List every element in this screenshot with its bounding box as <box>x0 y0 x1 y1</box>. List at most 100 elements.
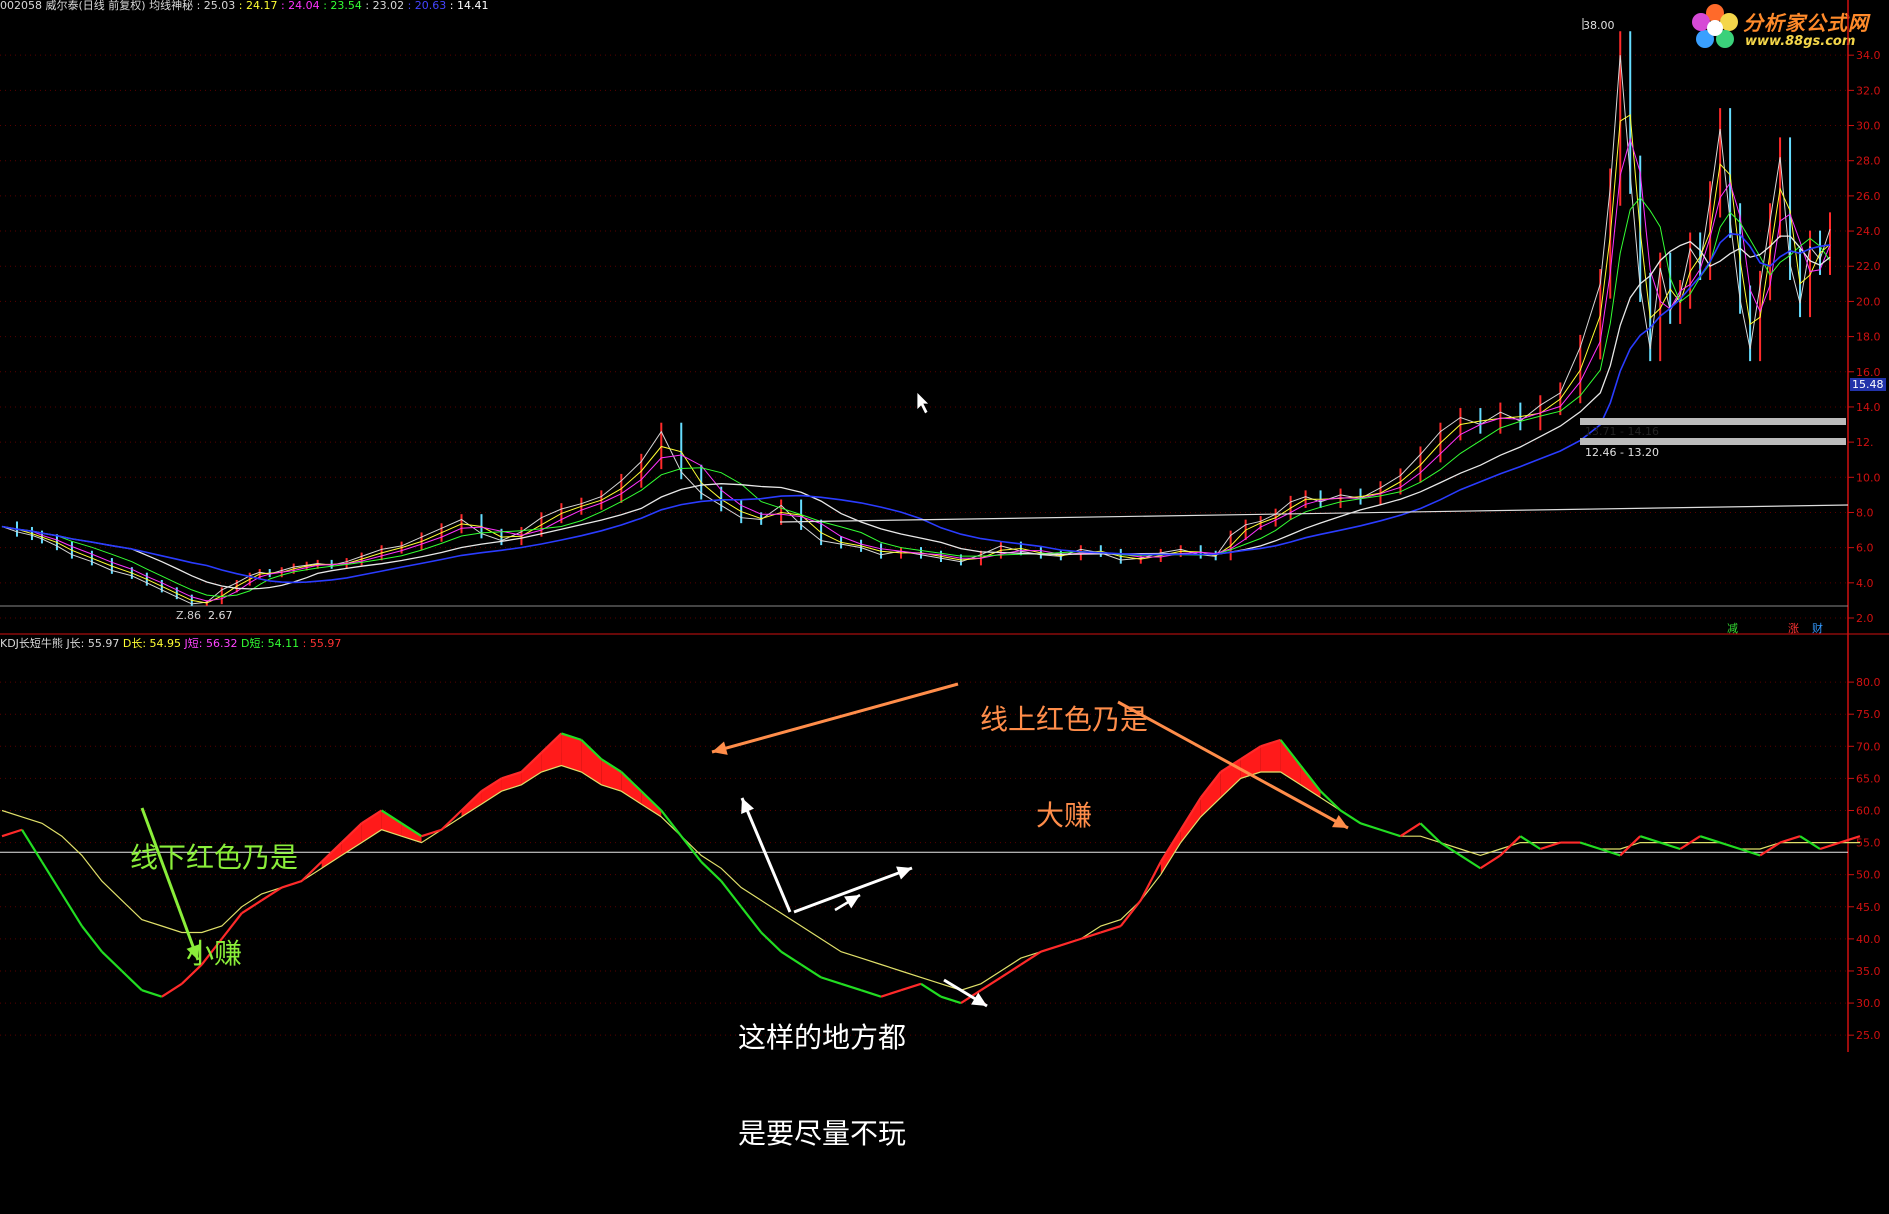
annotation-small-profit: 线下红色乃是 小赚 <box>130 778 298 1034</box>
tag-zhang: 涨 <box>1788 622 1799 635</box>
tag-jian: 减 <box>1727 622 1738 635</box>
kdj-tick-label: 80.0 <box>1856 676 1881 689</box>
price-tick-label: 14.0 <box>1856 401 1881 414</box>
price-tick-label: 16.0 <box>1856 366 1881 379</box>
kdj-j-segment <box>1360 822 1381 831</box>
kdj-red-fill <box>601 759 622 792</box>
kdj-j-segment <box>1459 854 1481 870</box>
annotation-big-profit-line1: 线上红色乃是 <box>980 703 1149 736</box>
kdj-j-segment <box>680 835 703 863</box>
current-price-label: 15.48 <box>1850 378 1886 391</box>
kdj-j-segment <box>1779 835 1801 844</box>
kdj-j-segment <box>1719 841 1741 851</box>
price-tick-label: 24.0 <box>1856 225 1881 238</box>
kdj-j-segment <box>980 976 1002 992</box>
price-tick-label: 32.0 <box>1856 84 1881 97</box>
kdj-j-segment <box>760 931 782 953</box>
kdj-j-segment <box>700 861 722 882</box>
kdj-tick-label: 35.0 <box>1856 965 1881 978</box>
kdj-j-segment <box>660 809 683 837</box>
kdj-j-segment <box>1399 822 1422 838</box>
kdj-j-segment <box>1380 828 1401 838</box>
kdj-j-segment <box>81 925 103 953</box>
price-tick-label: 8.0 <box>1856 506 1874 519</box>
price-tick-label: 28.0 <box>1856 155 1881 168</box>
kdj-j-segment <box>61 893 83 927</box>
kdj-j-segment <box>1119 899 1142 927</box>
kdj-j-segment <box>940 995 962 1005</box>
kdj-j-segment <box>41 861 63 895</box>
kdj-j-segment <box>740 906 763 934</box>
kdj-tick-label: 45.0 <box>1856 901 1881 914</box>
price-tick-label: 20.0 <box>1856 295 1881 308</box>
annotation-avoid: 这样的地方都 是要尽量不玩 <box>738 958 906 1214</box>
kdj-red-fill <box>481 778 502 805</box>
annotation-small-profit-line2: 小赚 <box>186 937 243 970</box>
price-tick-label: 4.0 <box>1856 577 1874 590</box>
kdj-j-segment <box>21 829 43 863</box>
range-label-2: 12.46 - 13.20 <box>1585 446 1659 459</box>
ma-line-yellow <box>1 114 1831 604</box>
mouse-cursor-icon <box>916 391 930 415</box>
arrow-avoid-1 <box>740 797 792 913</box>
chart-stage: 002058 威尔泰(日线 前复权) 均线神秘 : 25.03 : 24.17 … <box>0 0 1889 1150</box>
kdj-j-segment <box>1 828 23 838</box>
price-tick-label: 22.0 <box>1856 260 1881 273</box>
tag-cai: 财 <box>1812 622 1823 635</box>
annotation-avoid-line1: 这样的地方都 <box>738 1021 907 1054</box>
price-tick-label: 2.0 <box>1856 612 1874 625</box>
annotation-big-profit: 线上红色乃是 大赚 <box>980 640 1148 896</box>
kdj-j-segment <box>1100 924 1122 934</box>
annotation-big-profit-line2: 大赚 <box>1036 799 1093 832</box>
peak-price-label: 38.00 <box>1583 19 1615 32</box>
ma-line-magenta <box>1 137 1831 602</box>
kdj-red-fill <box>361 810 382 843</box>
price-tick-label: 6.0 <box>1856 542 1874 555</box>
price-tick-label: 30.0 <box>1856 120 1881 133</box>
range-label-1: 13.71 - 14.16 <box>1585 425 1659 438</box>
kdj-j-segment <box>300 861 323 882</box>
kdj-tick-label: 50.0 <box>1856 869 1881 882</box>
kdj-j-segment <box>1819 841 1841 851</box>
kdj-tick-label: 30.0 <box>1856 997 1881 1010</box>
range-bar-1 <box>1580 418 1846 425</box>
kdj-j-segment <box>1759 841 1781 857</box>
kdj-j-segment <box>1060 937 1082 947</box>
kdj-j-segment <box>1579 841 1601 851</box>
kdj-j-segment <box>1080 931 1102 940</box>
kdj-j-segment <box>1659 841 1681 851</box>
kdj-tick-label: 75.0 <box>1856 708 1881 721</box>
kdj-j-segment <box>1319 790 1342 812</box>
kdj-j-segment <box>1539 841 1561 851</box>
kdj-tick-label: 60.0 <box>1856 804 1881 817</box>
kdj-j-segment <box>440 809 463 831</box>
kdj-j-segment <box>1479 854 1501 870</box>
kdj-j-segment <box>1439 841 1462 857</box>
kdj-red-fill <box>381 810 402 837</box>
kdj-tick-label: 25.0 <box>1856 1029 1881 1042</box>
kdj-j-segment <box>1639 835 1661 844</box>
kdj-j-segment <box>1040 944 1062 953</box>
kdj-j-segment <box>421 828 442 838</box>
kdj-j-segment <box>1339 809 1362 825</box>
support-line <box>779 504 1849 523</box>
kdj-tick-label: 65.0 <box>1856 772 1881 785</box>
low-price-prefix: Z.86 <box>176 609 202 622</box>
kdj-j-segment <box>1020 950 1042 966</box>
kdj-tick-label: 70.0 <box>1856 740 1881 753</box>
range-bar-2 <box>1580 438 1846 445</box>
arrow-big-profit-right <box>1117 700 1349 830</box>
price-tick-label: 34.0 <box>1856 49 1881 62</box>
kdj-j-segment <box>101 950 123 972</box>
annotation-small-profit-line1: 线下红色乃是 <box>130 841 299 874</box>
price-line <box>1 55 1831 605</box>
price-tick-label: 12. <box>1856 436 1874 449</box>
price-tick-label: 26.0 <box>1856 190 1881 203</box>
price-tick-label: 18.0 <box>1856 331 1881 344</box>
kdj-j-segment <box>1000 963 1022 979</box>
annotation-avoid-line2: 是要尽量不玩 <box>738 1117 907 1150</box>
kdj-j-segment <box>920 982 942 998</box>
kdj-j-segment <box>1699 835 1721 844</box>
price-tick-label: 10.0 <box>1856 471 1881 484</box>
kdj-tick-label: 40.0 <box>1856 933 1881 946</box>
